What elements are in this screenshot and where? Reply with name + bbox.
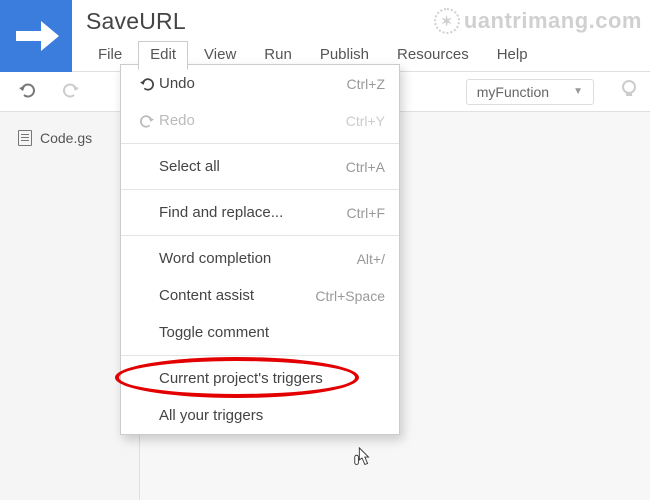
mouse-cursor-icon [352,446,374,470]
sidebar-file-item[interactable]: Code.gs [6,124,133,152]
file-icon [18,130,32,146]
menu-item-shortcut: Ctrl+Y [346,113,385,129]
undo-icon [135,77,159,91]
menu-item-label: Select all [159,158,346,175]
edit-menu-dropdown: UndoCtrl+ZRedoCtrl+YSelect allCtrl+AFind… [120,64,400,435]
menu-separator [121,189,399,190]
function-select[interactable]: myFunction ▼ [466,79,594,105]
redo-icon [135,114,159,128]
menu-item-toggle-comment[interactable]: Toggle comment [121,314,399,351]
menu-item-label: Content assist [159,287,315,304]
menu-item-current-project-s-triggers[interactable]: Current project's triggers [121,360,399,397]
menu-item-shortcut: Ctrl+A [346,159,385,175]
watermark: ✶ uantrimang.com [434,8,642,34]
menu-separator [121,143,399,144]
watermark-text: uantrimang.com [464,8,642,34]
function-select-label: myFunction [477,84,549,100]
sidebar-file-label: Code.gs [40,130,92,146]
menu-item-label: Redo [159,112,346,129]
menu-item-label: Word completion [159,250,357,267]
watermark-gear-icon: ✶ [434,8,460,34]
undo-toolbar-button[interactable] [10,78,44,105]
menu-item-shortcut: Alt+/ [357,251,385,267]
menu-help[interactable]: Help [485,41,540,70]
menu-item-shortcut: Ctrl+F [347,205,386,221]
back-arrow-button[interactable] [0,0,72,72]
menu-item-label: Current project's triggers [159,370,385,387]
menu-edit[interactable]: Edit [138,41,188,70]
menu-item-word-completion[interactable]: Word completionAlt+/ [121,240,399,277]
menu-item-label: All your triggers [159,407,385,424]
menu-separator [121,235,399,236]
menu-item-shortcut: Ctrl+Space [315,288,385,304]
redo-toolbar-button[interactable] [54,78,88,105]
menu-item-all-your-triggers[interactable]: All your triggers [121,397,399,434]
menu-item-label: Undo [159,75,347,92]
arrow-right-icon [11,11,61,61]
menu-item-find-and-replace[interactable]: Find and replace...Ctrl+F [121,194,399,231]
menu-item-undo[interactable]: UndoCtrl+Z [121,65,399,102]
menu-item-content-assist[interactable]: Content assistCtrl+Space [121,277,399,314]
menu-item-select-all[interactable]: Select allCtrl+A [121,148,399,185]
menu-item-redo: RedoCtrl+Y [121,102,399,139]
redo-icon [62,82,80,98]
sidebar: Code.gs [0,112,140,500]
caret-down-icon: ▼ [573,86,583,97]
header: SaveURL FileEditViewRunPublishResourcesH… [0,0,650,72]
menu-item-shortcut: Ctrl+Z [347,76,386,92]
menu-item-label: Toggle comment [159,324,385,341]
menu-separator [121,355,399,356]
lightbulb-icon[interactable] [618,78,640,106]
menu-item-label: Find and replace... [159,204,347,221]
undo-icon [18,82,36,98]
